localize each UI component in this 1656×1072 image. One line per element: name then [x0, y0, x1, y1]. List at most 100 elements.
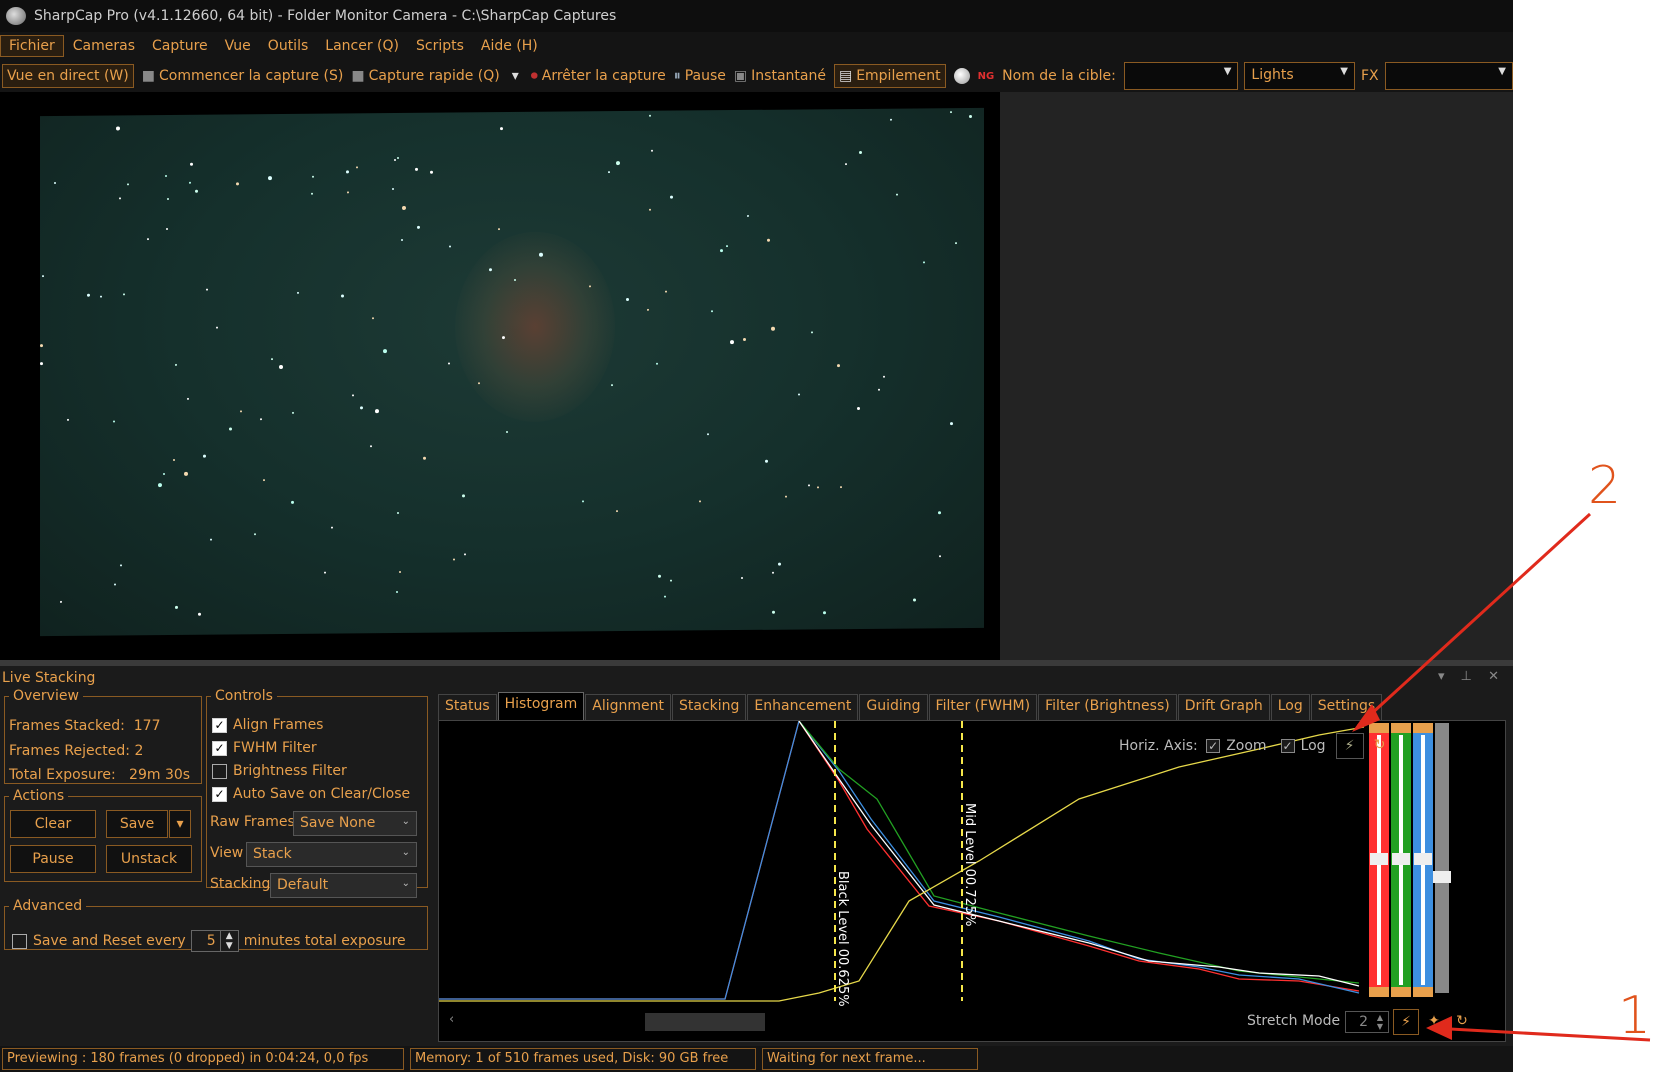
ngc-button[interactable]: NG	[978, 71, 995, 82]
star	[147, 238, 150, 241]
star	[374, 408, 379, 414]
scrollbar-thumb[interactable]	[645, 1013, 765, 1031]
brightness-filter-checkbox[interactable]	[212, 763, 227, 779]
histogram-view[interactable]: Black Level 00.625% Mid Level 00.725% Hor…	[438, 720, 1506, 1042]
chevron-down-icon: ▼	[1223, 66, 1232, 77]
fwhm-filter-checkbox[interactable]: ✓	[212, 740, 227, 756]
luminance-curve	[798, 721, 1360, 987]
start-capture-button[interactable]: ■ Commencer la capture (S)	[142, 68, 344, 84]
chevron-down-icon: ▼	[1340, 66, 1348, 77]
save-reset-checkbox[interactable]	[12, 933, 27, 949]
stretch-mode-stepper[interactable]: 2 ▲ ▼	[1345, 1011, 1389, 1033]
raw-frames-select[interactable]: Save None ⌄	[293, 811, 417, 836]
auto-stretch-icon[interactable]: ⚡	[1335, 733, 1364, 759]
star	[190, 162, 194, 166]
star	[950, 110, 953, 113]
menu-fichier[interactable]: Fichier	[0, 35, 64, 57]
reset-icon: ↻	[1456, 1013, 1468, 1029]
star	[205, 288, 208, 291]
quick-capture-button[interactable]: ■ Capture rapide (Q) ▾	[351, 68, 522, 84]
stack-icon: ▤	[838, 68, 853, 84]
star	[859, 150, 863, 154]
zoom-label: Zoom	[1226, 738, 1267, 754]
menu-cameras[interactable]: Cameras	[65, 36, 143, 56]
tab-alignment[interactable]: Alignment	[585, 694, 671, 720]
black-level-label: Black Level 00.625%	[835, 871, 850, 1007]
tab-guiding[interactable]: Guiding	[859, 694, 928, 720]
panel-controls[interactable]: ▾ ⊥ ✕	[1438, 669, 1505, 684]
view-select[interactable]: Stack ⌄	[246, 842, 417, 867]
pause-stacking-button[interactable]: Pause	[10, 845, 96, 873]
histogram-scrollbar[interactable]: ‹	[445, 1011, 771, 1033]
star	[822, 611, 826, 615]
target-name-combo[interactable]: ▼	[1123, 62, 1239, 90]
reset-icon[interactable]: ↻	[1366, 733, 1394, 759]
stacking-button[interactable]: ▤ Empilement	[833, 64, 946, 88]
snapshot-button[interactable]: ▣ Instantané	[734, 68, 826, 84]
unstack-button[interactable]: Unstack	[106, 845, 192, 873]
blue-level-slider[interactable]	[1413, 723, 1433, 997]
menu-aide[interactable]: Aide (H)	[473, 36, 546, 56]
spinner-arrows-icon[interactable]: ▲ ▼	[219, 931, 238, 951]
save-button[interactable]: Save	[106, 810, 168, 838]
star	[669, 579, 672, 582]
scroll-left-icon[interactable]: ‹	[449, 1012, 454, 1027]
tab-filter-fwhm[interactable]: Filter (FWHM)	[928, 694, 1038, 720]
frame-type-combo[interactable]: Lights ▼	[1244, 62, 1355, 90]
pause-button[interactable]: ⏸ Pause	[674, 68, 726, 84]
star	[120, 563, 123, 567]
live-stacking-title: Live Stacking	[2, 670, 96, 686]
stop-capture-button[interactable]: ⏺ Arrêter la capture	[531, 68, 666, 84]
align-frames-checkbox[interactable]: ✓	[212, 717, 227, 733]
tab-histogram[interactable]: Histogram	[497, 692, 585, 720]
menu-outils[interactable]: Outils	[260, 36, 316, 56]
moon-button[interactable]	[953, 68, 970, 84]
auto-stretch-button[interactable]: ⚡	[1393, 1009, 1419, 1035]
star	[360, 406, 363, 410]
tab-drift-graph[interactable]: Drift Graph	[1177, 694, 1270, 720]
star	[369, 445, 372, 448]
stacking-select[interactable]: Default ⌄	[270, 873, 417, 898]
live-view-button[interactable]: Vue en direct (W)	[2, 64, 134, 88]
star	[464, 552, 467, 555]
auto-save-row[interactable]: ✓ Auto Save on Clear/Close	[212, 786, 410, 802]
star	[429, 170, 433, 174]
tab-enhancement[interactable]: Enhancement	[747, 694, 859, 720]
save-options-button[interactable]: ▾	[169, 810, 191, 838]
log-checkbox[interactable]: ✓	[1280, 739, 1295, 753]
tab-stacking[interactable]: Stacking	[671, 694, 747, 720]
stretch-mode-value: 2	[1359, 1014, 1368, 1030]
green-level-slider[interactable]	[1391, 723, 1411, 997]
advanced-legend: Advanced	[13, 898, 83, 914]
tab-filter-brightness[interactable]: Filter (Brightness)	[1038, 694, 1177, 720]
minutes-stepper[interactable]: 5 ▲ ▼	[190, 930, 239, 952]
star	[651, 149, 654, 152]
star	[87, 293, 91, 297]
app-logo-icon	[6, 7, 26, 25]
star	[346, 170, 350, 174]
red-level-slider[interactable]	[1369, 723, 1389, 997]
star	[461, 494, 465, 498]
auto-save-checkbox[interactable]: ✓	[212, 786, 227, 802]
clear-button[interactable]: Clear	[10, 810, 96, 838]
image-viewer[interactable]	[0, 92, 1000, 660]
menu-lancer[interactable]: Lancer (Q)	[317, 36, 407, 56]
brightness-filter-row[interactable]: Brightness Filter	[212, 763, 347, 779]
menu-scripts[interactable]: Scripts	[408, 36, 472, 56]
zoom-checkbox[interactable]: ✓	[1206, 739, 1221, 753]
star	[669, 195, 673, 199]
tab-status[interactable]: Status	[438, 694, 497, 720]
reset-stretch-button[interactable]: ↻	[1449, 1009, 1475, 1035]
stretch-preset-button[interactable]: ✦	[1421, 1009, 1447, 1035]
menu-vue[interactable]: Vue	[217, 36, 259, 56]
tab-settings[interactable]: Settings	[1310, 694, 1383, 720]
tab-log[interactable]: Log	[1270, 694, 1310, 720]
fx-combo[interactable]: ▼	[1384, 62, 1513, 90]
gamma-slider[interactable]	[1433, 723, 1451, 993]
menu-capture[interactable]: Capture	[144, 36, 216, 56]
chevron-down-icon: ⌄	[401, 816, 410, 827]
star	[347, 190, 350, 194]
align-frames-row[interactable]: ✓ Align Frames	[212, 717, 323, 733]
fwhm-filter-row[interactable]: ✓ FWHM Filter	[212, 740, 317, 756]
spinner-arrows-icon[interactable]: ▲ ▼	[1372, 1013, 1388, 1031]
